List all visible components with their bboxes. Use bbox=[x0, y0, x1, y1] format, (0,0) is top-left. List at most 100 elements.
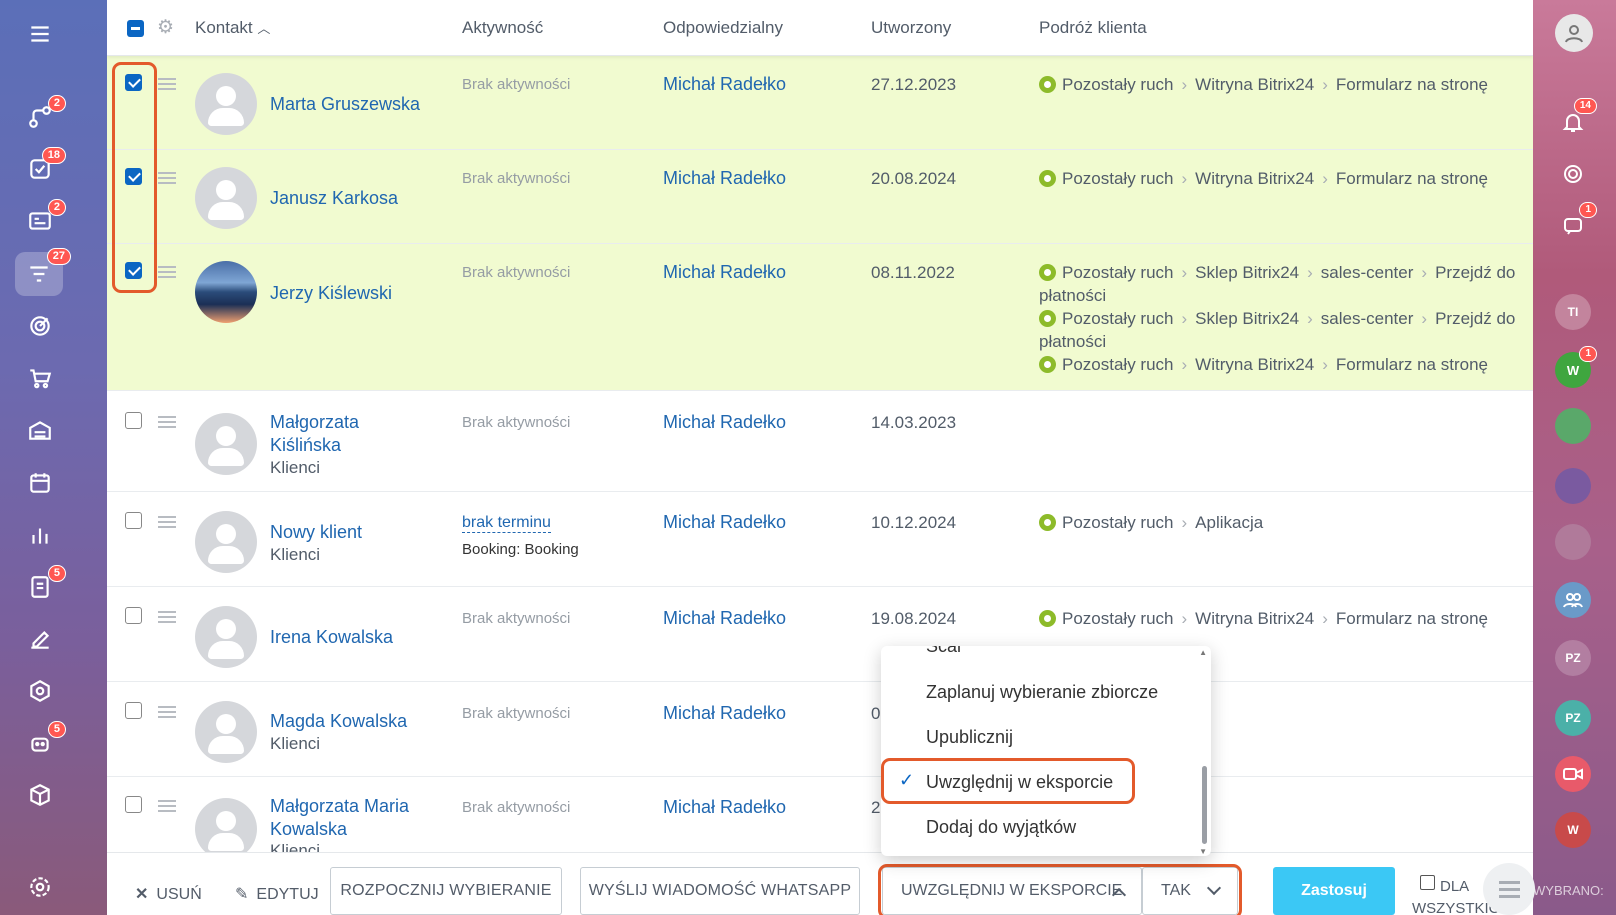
drag-handle-icon[interactable] bbox=[158, 611, 176, 623]
drag-handle-icon[interactable] bbox=[158, 416, 176, 428]
avatar-group[interactable] bbox=[1555, 408, 1591, 444]
column-journey[interactable]: Podróż klienta bbox=[1039, 18, 1147, 38]
drag-handle-icon[interactable] bbox=[158, 172, 176, 184]
drag-handle-icon[interactable] bbox=[158, 800, 176, 812]
created-date: 27.12.2023 bbox=[871, 75, 957, 94]
scroll-up-icon[interactable]: ▲ bbox=[1199, 648, 1207, 657]
table-row[interactable]: Magda Kowalska Klienci Brak aktywności M… bbox=[107, 682, 1533, 777]
list-menu-icon[interactable] bbox=[1483, 863, 1535, 915]
send-whatsapp-button[interactable]: Wyślij wiadomość WhatsApp bbox=[580, 867, 860, 915]
table-row[interactable]: Małgorzata Maria Kowalska Klienci Brak ak… bbox=[107, 777, 1533, 852]
row-checkbox[interactable] bbox=[125, 796, 142, 813]
sort-asc-icon: ︿ bbox=[257, 21, 271, 36]
target-icon[interactable] bbox=[1555, 156, 1591, 192]
table-row[interactable]: Jerzy Kiślewski Brak aktywności Michał R… bbox=[107, 244, 1533, 391]
select-all-checkbox[interactable] bbox=[127, 20, 144, 37]
dropdown-item-merge[interactable]: Scal bbox=[926, 646, 961, 657]
drag-handle-icon[interactable] bbox=[158, 706, 176, 718]
avatar-photo[interactable] bbox=[1555, 524, 1591, 560]
avatar-w[interactable]: W 1 bbox=[1555, 346, 1597, 388]
contact-name[interactable]: Małgorzata Maria Kowalska bbox=[270, 795, 409, 841]
column-contact[interactable]: Kontakt ︿ bbox=[195, 18, 270, 38]
responsible-link[interactable]: Michał Radełko bbox=[663, 608, 786, 629]
selected-count-label: WYBRANO: bbox=[1533, 883, 1604, 898]
start-dialing-button[interactable]: Rozpocznij wybieranie bbox=[330, 867, 562, 915]
responsible-link[interactable]: Michał Radełko bbox=[663, 74, 786, 95]
box-icon[interactable] bbox=[22, 777, 58, 813]
contact-name[interactable]: Marta Gruszewska bbox=[270, 93, 420, 116]
responsible-link[interactable]: Michał Radełko bbox=[663, 262, 786, 283]
contact-name[interactable]: Magda Kowalska bbox=[270, 710, 407, 733]
hexagon-icon[interactable] bbox=[22, 673, 58, 709]
responsible-link[interactable]: Michał Radełko bbox=[663, 797, 786, 818]
video-icon[interactable] bbox=[1555, 756, 1591, 792]
chat-badge: 1 bbox=[1579, 202, 1597, 218]
responsible-link[interactable]: Michał Radełko bbox=[663, 168, 786, 189]
column-responsible[interactable]: Odpowiedzialny bbox=[663, 18, 783, 38]
activity-status: Brak aktywności bbox=[462, 610, 571, 627]
row-checkbox[interactable] bbox=[125, 702, 142, 719]
contact-name[interactable]: Janusz Karkosa bbox=[270, 187, 398, 210]
calendar-icon[interactable] bbox=[22, 465, 58, 501]
edit-button[interactable]: ✎ Edytuj bbox=[235, 884, 319, 904]
menu-icon[interactable] bbox=[22, 16, 58, 52]
activity-status: Brak aktywności bbox=[462, 170, 571, 187]
responsible-link[interactable]: Michał Radełko bbox=[663, 412, 786, 433]
drag-handle-icon[interactable] bbox=[158, 78, 176, 90]
chat-icon[interactable]: 1 bbox=[1555, 202, 1597, 244]
funnel-icon[interactable]: 27 bbox=[15, 248, 71, 296]
table-row[interactable]: Nowy klient Klienci brak terminu Booking… bbox=[107, 492, 1533, 587]
table-row[interactable]: Janusz Karkosa Brak aktywności Michał Ra… bbox=[107, 150, 1533, 244]
created-date: 14.03.2023 bbox=[871, 413, 957, 432]
dropdown-item-bulk-dial[interactable]: Zaplanuj wybieranie zbiorcze bbox=[926, 682, 1158, 703]
row-checkbox[interactable] bbox=[125, 512, 142, 529]
drag-handle-icon[interactable] bbox=[158, 516, 176, 528]
bell-icon[interactable]: 14 bbox=[1555, 98, 1597, 140]
scroll-down-icon[interactable]: ▼ bbox=[1199, 847, 1207, 856]
table-row[interactable]: Irena Kowalska Brak aktywności Michał Ra… bbox=[107, 587, 1533, 682]
apply-button[interactable]: Zastosuj bbox=[1273, 867, 1395, 915]
dropdown-item-publish[interactable]: Upublicznij bbox=[926, 727, 1013, 748]
avatar-w-2[interactable]: W bbox=[1555, 812, 1591, 848]
user-avatar[interactable] bbox=[1555, 14, 1593, 52]
warehouse-icon[interactable] bbox=[22, 412, 58, 448]
column-activity[interactable]: Aktywność bbox=[462, 18, 543, 38]
tasks-icon[interactable]: 18 bbox=[22, 147, 66, 187]
row-checkbox[interactable] bbox=[125, 607, 142, 624]
avatar bbox=[195, 606, 257, 668]
avatar-pz-1[interactable]: PZ bbox=[1555, 640, 1591, 676]
responsible-link[interactable]: Michał Radełko bbox=[663, 703, 786, 724]
journey-source-icon bbox=[1039, 170, 1056, 187]
avatar bbox=[195, 511, 257, 573]
deadline-link[interactable]: brak terminu bbox=[462, 514, 551, 533]
responsible-link[interactable]: Michał Radełko bbox=[663, 512, 786, 533]
robot-icon[interactable]: 5 bbox=[22, 721, 66, 761]
avatar-people[interactable] bbox=[1555, 582, 1591, 618]
contact-name[interactable]: Jerzy Kiślewski bbox=[270, 282, 392, 305]
dropdown-scrollbar[interactable] bbox=[1202, 766, 1207, 844]
avatar-circle[interactable] bbox=[1555, 468, 1591, 504]
column-created[interactable]: Utworzony bbox=[871, 18, 951, 38]
table-row[interactable]: Małgorzata Kiślińska Klienci Brak aktywno… bbox=[107, 391, 1533, 492]
documents-icon[interactable]: 5 bbox=[22, 565, 66, 605]
contact-name[interactable]: Irena Kowalska bbox=[270, 626, 393, 649]
drag-handle-icon[interactable] bbox=[158, 266, 176, 278]
contact-name[interactable]: Nowy klient bbox=[270, 521, 362, 544]
crm-card-icon[interactable]: 2 bbox=[22, 199, 66, 239]
cart-icon[interactable] bbox=[22, 360, 58, 396]
row-checkbox[interactable] bbox=[125, 412, 142, 429]
settings-icon[interactable] bbox=[22, 869, 58, 905]
gear-icon[interactable]: ⚙ bbox=[157, 18, 177, 38]
sign-icon[interactable] bbox=[22, 621, 58, 657]
table-row[interactable]: Marta Gruszewska Brak aktywności Michał … bbox=[107, 56, 1533, 150]
delete-button[interactable]: ✕ Usuń bbox=[135, 884, 202, 904]
journey-source-icon bbox=[1039, 310, 1056, 327]
target-icon[interactable] bbox=[22, 308, 58, 344]
analytics-icon[interactable] bbox=[22, 517, 58, 553]
left-sidebar: 2 18 2 27 5 5 bbox=[0, 0, 107, 915]
avatar-pz-2[interactable]: PZ bbox=[1555, 700, 1591, 736]
flows-icon[interactable]: 2 bbox=[22, 95, 66, 135]
contact-name[interactable]: Małgorzata Kiślińska bbox=[270, 411, 359, 457]
dropdown-item-add-exception[interactable]: Dodaj do wyjątków bbox=[926, 817, 1076, 838]
avatar-ti[interactable]: TI bbox=[1555, 294, 1591, 330]
